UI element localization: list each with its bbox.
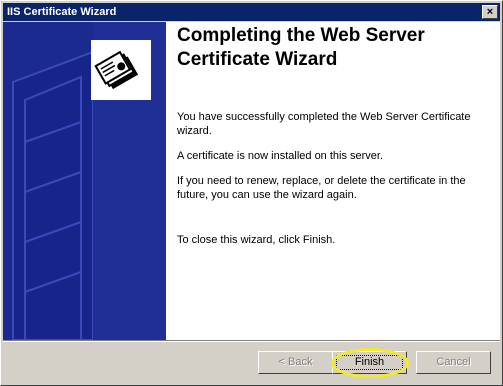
close-button[interactable]: × <box>482 5 498 19</box>
finish-highlight-ellipse <box>331 348 409 378</box>
title-bar[interactable]: IIS Certificate Wizard × <box>3 3 500 21</box>
installed-message: A certificate is now installed on this s… <box>177 150 384 162</box>
window-title: IIS Certificate Wizard <box>7 6 117 18</box>
back-button-label: < Back <box>278 356 313 368</box>
wizard-window: IIS Certificate Wizard × Completing the … <box>0 0 503 386</box>
back-button[interactable]: < Back <box>258 351 333 374</box>
cancel-button[interactable]: Cancel <box>416 351 491 374</box>
close-instruction: To close this wizard, click Finish. <box>177 234 336 246</box>
button-separator <box>3 340 500 342</box>
renew-message: If you need to renew, replace, or delete… <box>177 175 466 201</box>
cancel-button-label: Cancel <box>436 356 471 368</box>
wizard-sidebar-graphic <box>3 22 166 340</box>
close-icon: × <box>486 6 494 18</box>
wizard-content: Completing the Web Server Certificate Wi… <box>3 22 500 340</box>
certificate-icon <box>91 40 151 100</box>
success-message: You have successfully completed the Web … <box>177 111 471 137</box>
page-title: Completing the Web Server Certificate Wi… <box>177 25 425 70</box>
